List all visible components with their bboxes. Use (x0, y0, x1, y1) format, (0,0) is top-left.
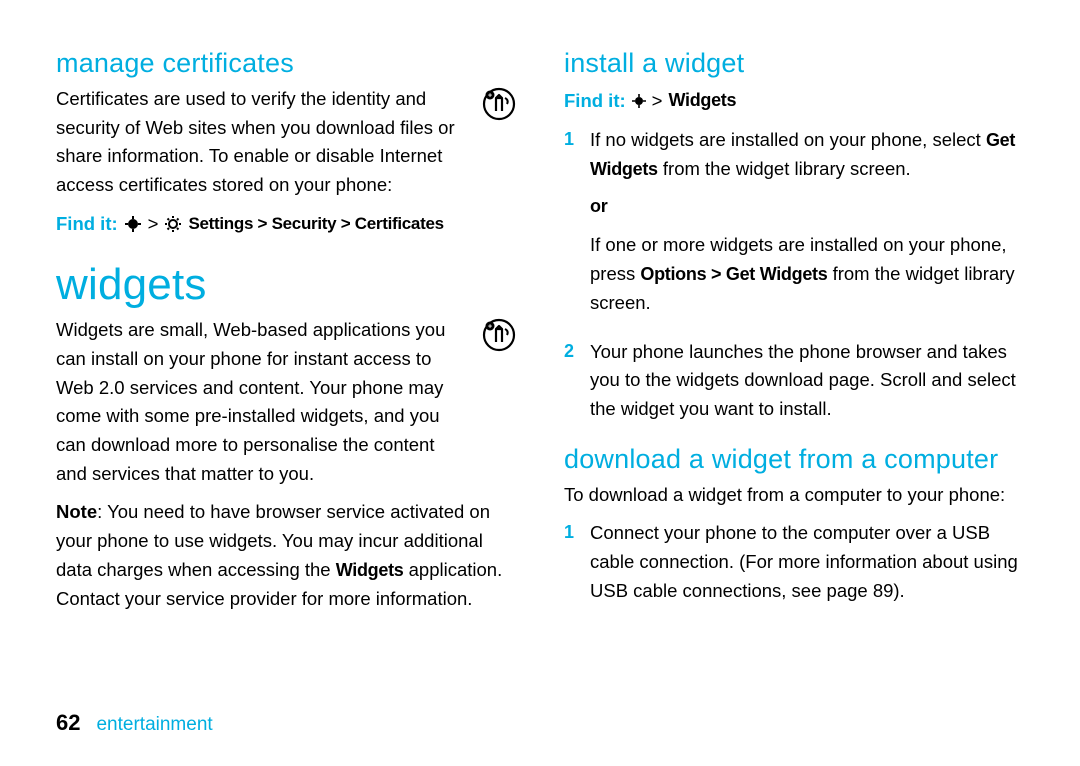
step-number-1: 1 (564, 126, 576, 328)
widgets-text: Widgets are small, Web-based application… (56, 316, 468, 488)
find-it-path: Settings > Security > Certificates (188, 211, 443, 237)
columns: manage certificates Certificates are use… (56, 48, 1024, 702)
find-it-label: Find it: (56, 210, 118, 239)
section-label: entertainment (96, 714, 212, 736)
download-steps: 1 Connect your phone to the computer ove… (564, 519, 1024, 615)
svg-text:+: + (488, 93, 492, 100)
install-step-2: 2 Your phone launches the phone browser … (564, 338, 1024, 434)
download-intro: To download a widget from a computer to … (564, 481, 1024, 510)
gt-2: > (652, 87, 663, 116)
find-it-dest: Widgets (668, 87, 736, 115)
settings-icon (164, 215, 182, 233)
manage-certificates-text: Certificates are used to verify the iden… (56, 85, 468, 200)
heading-install-widget: install a widget (564, 48, 1024, 79)
page: manage certificates Certificates are use… (0, 0, 1080, 766)
step-1-body: If no widgets are installed on your phon… (590, 126, 1024, 328)
manage-certificates-block: Certificates are used to verify the iden… (56, 85, 516, 200)
find-it-certificates: Find it: > (56, 210, 516, 239)
step-2-body: Your phone launches the phone browser an… (590, 338, 1024, 434)
download-step-1-body: Connect your phone to the computer over … (590, 519, 1024, 615)
install-step-1: 1 If no widgets are installed on your ph… (564, 126, 1024, 328)
certificate-icon: + (482, 87, 516, 121)
left-column: manage certificates Certificates are use… (56, 48, 516, 702)
note-prefix: Note (56, 501, 97, 522)
step1-options-get-widgets: Options > Get Widgets (640, 264, 827, 284)
heading-download-widget: download a widget from a computer (564, 444, 1024, 475)
widgets-block: Widgets are small, Web-based application… (56, 316, 516, 488)
widgets-icon: + (482, 318, 516, 352)
or-label: or (590, 193, 1024, 221)
svg-text:+: + (488, 324, 492, 331)
step1-c: from the widget library screen. (658, 158, 911, 179)
heading-widgets: widgets (56, 260, 516, 310)
find-it-label-2: Find it: (564, 87, 626, 116)
menu-icon-small (632, 94, 646, 108)
find-it-widgets: Find it: > Widgets (564, 87, 1024, 116)
page-number: 62 (56, 710, 80, 736)
widgets-note: Note: You need to have browser service a… (56, 498, 516, 613)
download-step1-text: Connect your phone to the computer over … (590, 519, 1024, 605)
step-number-2: 2 (564, 338, 576, 434)
note-widgets-bold: Widgets (336, 560, 404, 580)
footer: 62 entertainment (56, 710, 1024, 736)
download-step-number-1: 1 (564, 519, 576, 615)
install-steps: 1 If no widgets are installed on your ph… (564, 126, 1024, 434)
gt-1: > (148, 210, 159, 239)
heading-manage-certificates: manage certificates (56, 48, 516, 79)
download-step-1: 1 Connect your phone to the computer ove… (564, 519, 1024, 615)
right-column: install a widget Find it: > Widgets 1 (564, 48, 1024, 702)
step1-a: If no widgets are installed on your phon… (590, 129, 986, 150)
step2-text: Your phone launches the phone browser an… (590, 338, 1024, 424)
menu-icon (124, 215, 142, 233)
